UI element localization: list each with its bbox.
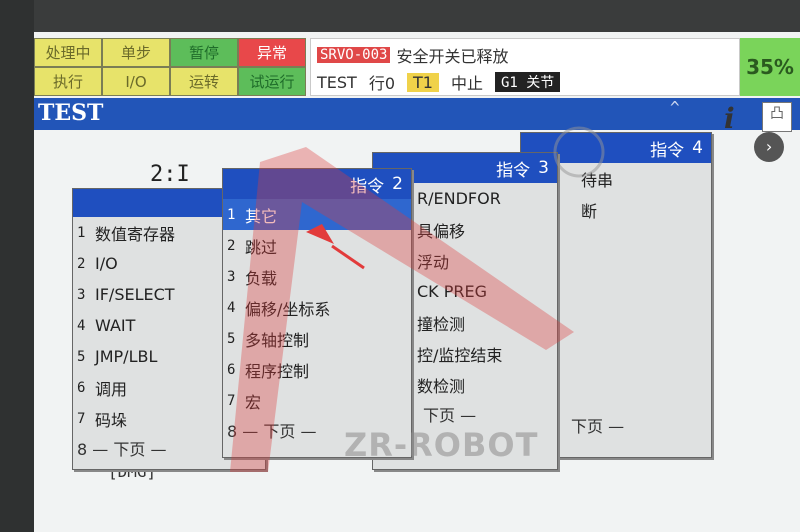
menu-title: 指令 [350, 176, 385, 197]
teach-pendant-screen: 处理中 单步 暂停 异常 执行 I/O 运转 试运行 SRVO-003 安全开关… [34, 32, 800, 532]
alarm-panel: SRVO-003 安全开关已释放 TEST 行0 T1 中止 G1 关节 [310, 38, 740, 96]
menu-page-number: 2 [392, 174, 403, 194]
menu-item-label: 程序控制 [245, 361, 310, 381]
status-prod: 运转 [170, 67, 238, 96]
menu-title: 指令 [496, 160, 531, 181]
override-percent[interactable]: 35% [740, 38, 800, 96]
menu-item[interactable]: 5 多轴控制 [223, 323, 411, 354]
watermark-text: ZR-ROBOT [344, 426, 539, 464]
menu-item-label: 多轴控制 [245, 330, 310, 350]
menu-item[interactable]: 4 偏移/坐标系 [223, 292, 411, 323]
menu-item[interactable]: 3 负载 [223, 261, 411, 292]
menu-item-label: I/O [95, 254, 118, 273]
menu-item-label: IF/SELECT [95, 285, 175, 304]
monitor-bezel-left [0, 0, 34, 532]
mode-badge: T1 [407, 72, 439, 92]
menu-item-label: JMP/LBL [95, 347, 158, 366]
alarm-code: SRVO-003 [317, 47, 391, 63]
menu-item-label: 其它 [245, 206, 278, 226]
menu-item-number: 7 [227, 392, 236, 409]
program-name: TEST [317, 72, 357, 92]
menu-item-number: 7 [77, 410, 86, 427]
coord-group-badge: G1 关节 [494, 72, 561, 92]
menu-header: 指令 2 [223, 169, 411, 199]
menu-item-label: 宏 [245, 392, 262, 412]
menu-item[interactable]: 2 跳过 [223, 230, 411, 261]
menu-title: 指令 [650, 140, 685, 161]
menu-item-number: 3 [77, 286, 86, 303]
menu-item-selected[interactable]: 1 其它 [223, 199, 411, 230]
status-io: I/O [102, 67, 170, 96]
menu-item-number: 5 [77, 348, 86, 365]
window-corner-icon[interactable]: 凸 [762, 102, 792, 132]
run-state: 中止 [450, 74, 483, 93]
menu-item[interactable]: 7宏 [223, 385, 411, 416]
caret-up-icon: ^ [670, 98, 680, 117]
menu-item-label: 偏移/坐标系 [245, 299, 331, 319]
page-title: TEST [38, 100, 104, 126]
menu-item-number: 3 [227, 268, 236, 285]
menu-item-number: 1 [227, 206, 236, 223]
menu-item-label: 数值寄存器 [95, 224, 176, 244]
menu-item-number: 5 [227, 330, 236, 347]
instruction-menu-page-2: 指令 2 1 其它 2 跳过 3 负载 4 偏移/坐标系 5 多轴控制 6 程序控制 7宏 … [222, 168, 412, 458]
status-busy: 处理中 [34, 38, 102, 67]
menu-item-number: 6 [227, 361, 236, 378]
line-indicator: 行0 [368, 74, 395, 93]
monitor-bezel-top [0, 0, 800, 32]
menu-item-number: 4 [227, 299, 236, 316]
status-step: 单步 [102, 38, 170, 67]
menu-item-label: 调用 [95, 379, 128, 399]
menu-item-label: 跳过 [245, 237, 278, 257]
menu-item-label: 负载 [245, 268, 278, 288]
menu-page-number: 3 [538, 158, 549, 178]
menu-item[interactable]: 6 程序控制 [223, 354, 411, 385]
menu-item-label: WAIT [95, 316, 136, 335]
status-fault: 异常 [238, 38, 306, 67]
menu-item-number: 2 [227, 237, 236, 254]
menu-item-number: 1 [77, 224, 86, 241]
info-icon[interactable]: i [724, 102, 735, 135]
menu-item-number: 4 [77, 317, 86, 334]
chevron-right-icon[interactable]: › [754, 132, 784, 162]
status-hold: 暂停 [170, 38, 238, 67]
alarm-message: 安全开关已释放 [396, 47, 509, 66]
menu-item-number: 2 [77, 255, 86, 272]
status-run: 执行 [34, 67, 102, 96]
status-tcyc: 试运行 [238, 67, 306, 96]
menu-page-number: 4 [692, 138, 703, 158]
title-bar: TEST ^ [34, 98, 800, 130]
status-indicator-grid: 处理中 单步 暂停 异常 执行 I/O 运转 试运行 [34, 38, 306, 96]
program-line-number: 2:I [150, 162, 190, 187]
menu-item-number: 6 [77, 379, 86, 396]
menu-item-label: 码垛 [95, 410, 128, 430]
